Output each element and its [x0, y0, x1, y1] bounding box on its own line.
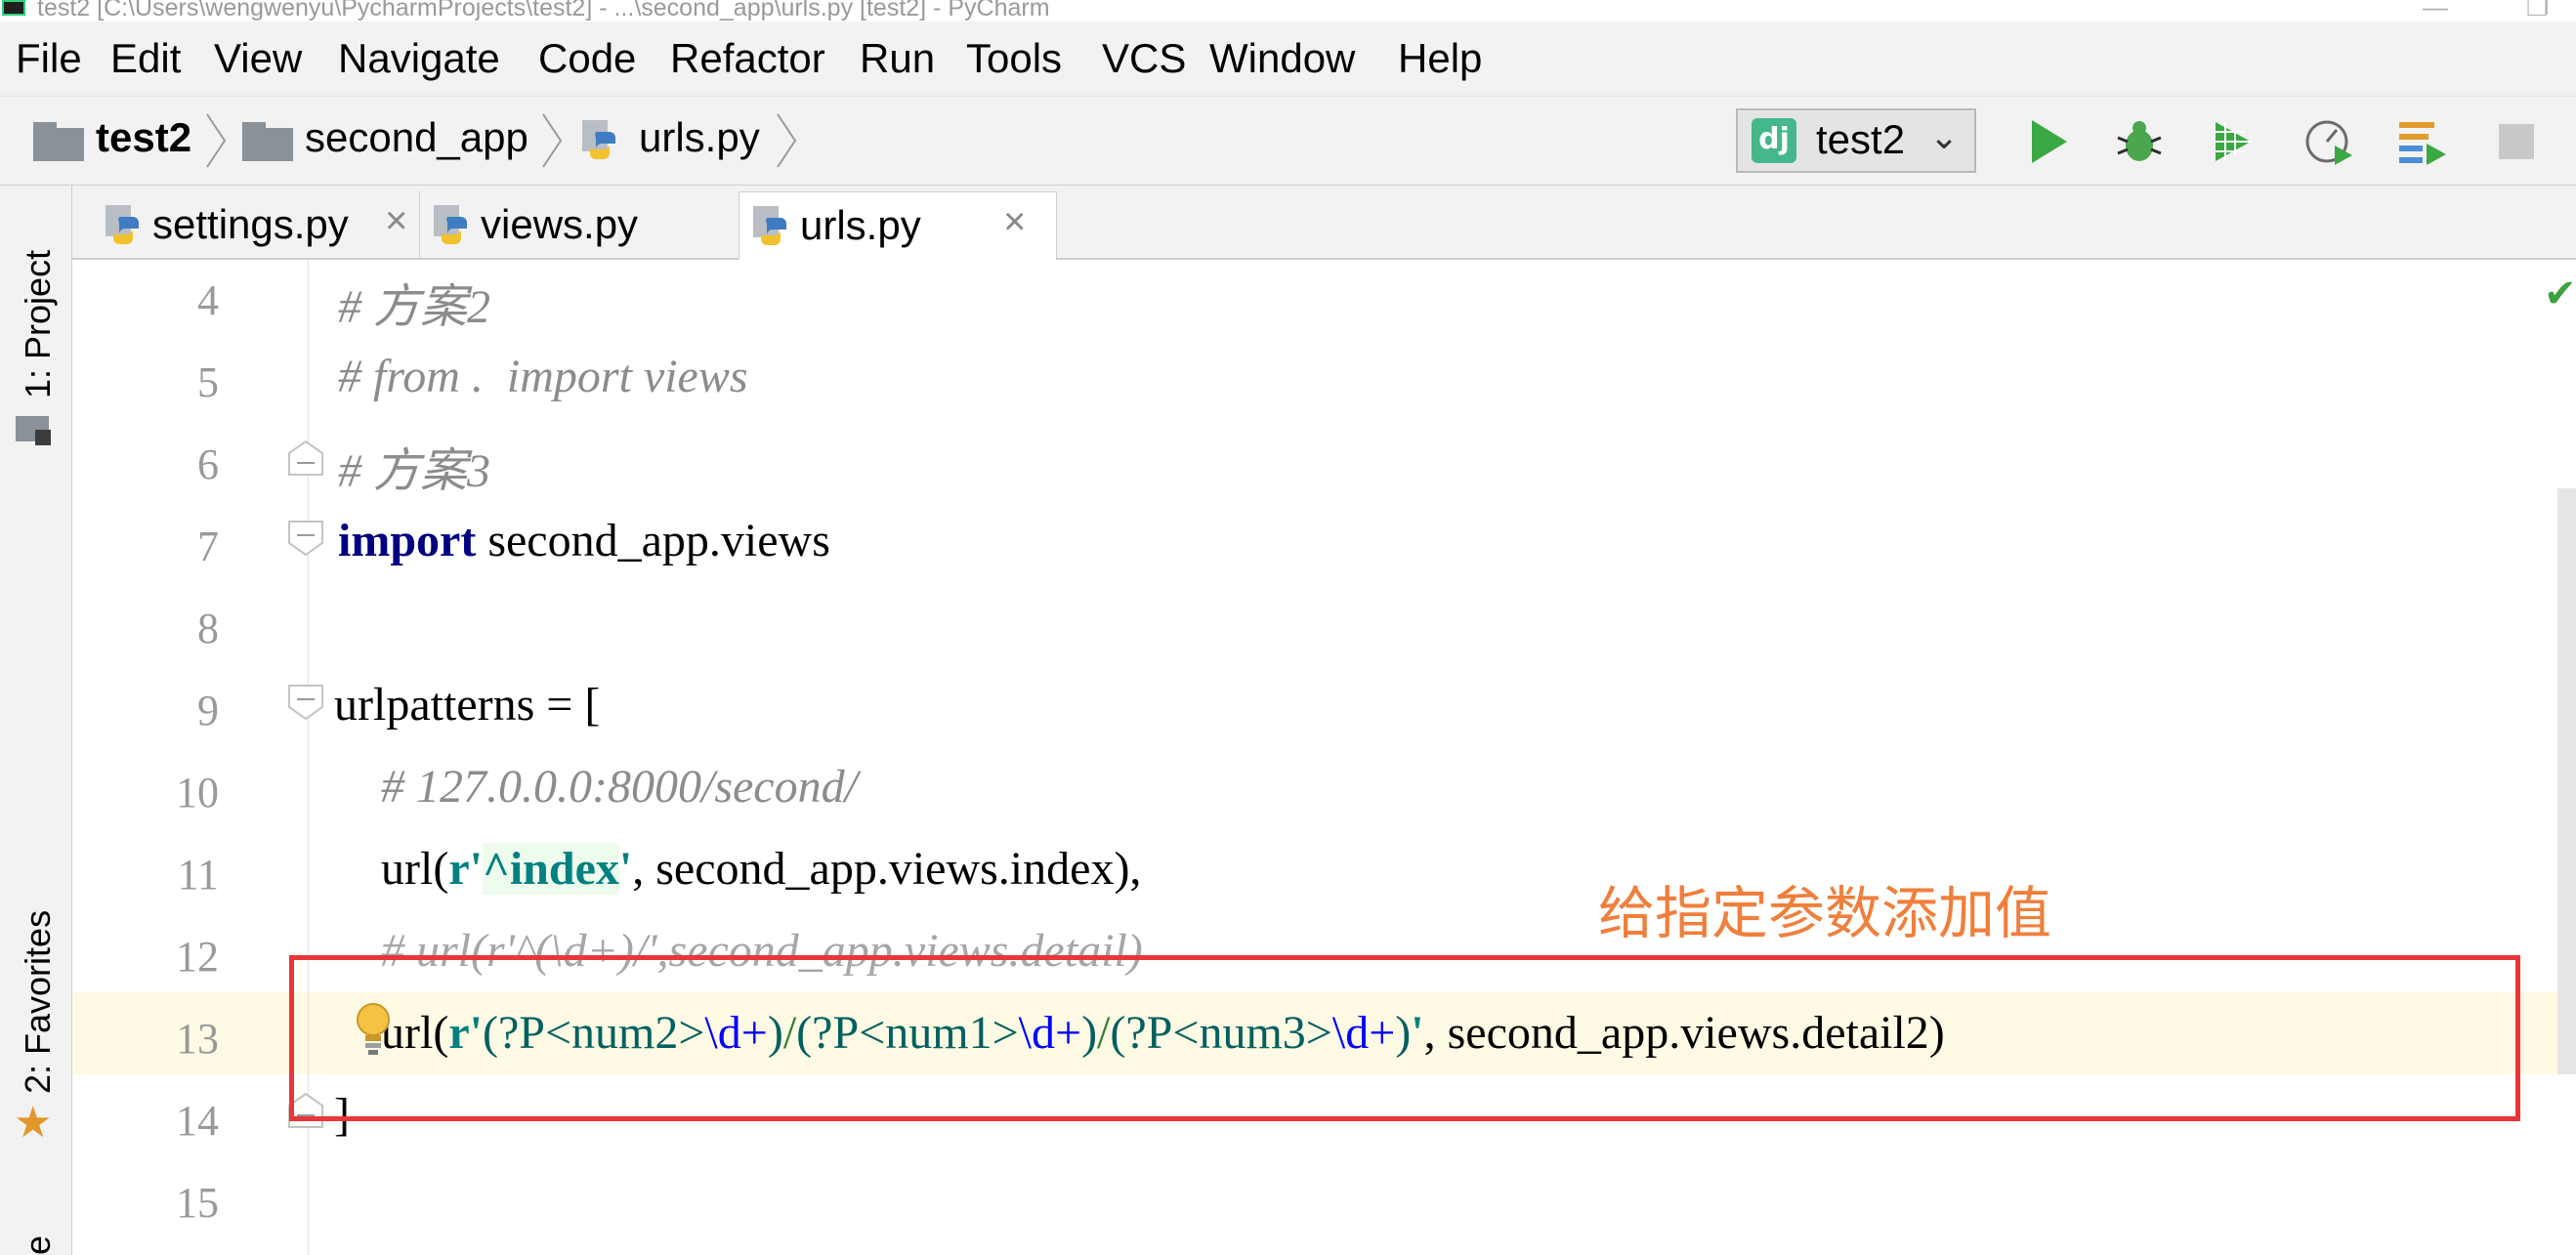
python-file-icon	[106, 205, 139, 244]
coverage-icon[interactable]	[2206, 114, 2260, 169]
line-number-gutter: 4 5 6 7 8 9 10 11 12 13 14 15	[72, 260, 323, 1255]
line-number: 8	[197, 605, 219, 652]
line-number: 6	[197, 440, 219, 488]
inspection-ok-icon[interactable]: ✔	[2544, 272, 2576, 316]
menu-view[interactable]: View	[214, 35, 302, 82]
tab-views-py[interactable]: views.py ×	[420, 191, 785, 260]
menu-edit[interactable]: Edit	[110, 35, 181, 82]
left-tool-strip: 1: Project 2: Favorites ★ e	[0, 186, 72, 1255]
breadcrumb-folder[interactable]: second_app	[305, 114, 528, 161]
star-icon: ★	[14, 1099, 53, 1147]
profile-icon[interactable]	[2302, 114, 2356, 169]
vertical-scrollbar[interactable]	[2557, 488, 2576, 1074]
breadcrumb-project[interactable]: test2	[96, 114, 191, 161]
code-line: # 方案2	[338, 281, 491, 333]
python-file-icon	[582, 120, 615, 159]
line-number: 13	[176, 1015, 219, 1063]
close-icon[interactable]: ×	[385, 199, 407, 243]
line-number: 14	[176, 1097, 219, 1145]
django-icon: dj	[1752, 118, 1796, 163]
menu-tools[interactable]: Tools	[966, 35, 1062, 82]
tab-settings-py[interactable]: settings.py ×	[92, 191, 420, 260]
menu-file[interactable]: File	[16, 35, 82, 82]
package-folder-icon	[242, 122, 293, 161]
annotation-note: 给指定参数添加值	[1598, 880, 2052, 946]
tab-label: settings.py	[152, 201, 349, 247]
project-folder-icon	[16, 416, 51, 445]
run-configuration-name: test2	[1816, 116, 1906, 162]
python-file-icon	[434, 205, 467, 244]
tab-label: urls.py	[800, 202, 921, 248]
tab-label: views.py	[481, 201, 639, 247]
line-number: 12	[176, 933, 219, 981]
run-configuration-dropdown[interactable]: dj test2 ⌄	[1736, 108, 1976, 173]
title-bar: test2 [C:\Users\wengwenyu\PycharmProject…	[0, 0, 2576, 21]
concurrency-icon[interactable]	[2395, 114, 2450, 169]
chevron-down-icon: ⌄	[1929, 116, 1960, 156]
folder-icon	[33, 122, 84, 161]
menu-vcs[interactable]: VCS	[1102, 35, 1186, 82]
menu-help[interactable]: Help	[1398, 35, 1482, 82]
pycharm-app-icon	[2, 0, 25, 16]
menu-refactor[interactable]: Refactor	[670, 35, 825, 82]
debug-icon[interactable]	[2112, 114, 2167, 169]
minimize-icon[interactable]: —	[2423, 0, 2448, 22]
line-number: 4	[197, 276, 219, 324]
annotation-highlight-box	[289, 955, 2520, 1121]
restore-icon[interactable]: ❐	[2526, 0, 2549, 22]
close-icon[interactable]: ×	[1003, 200, 1026, 244]
line-number: 15	[176, 1179, 219, 1227]
stop-icon[interactable]	[2489, 114, 2544, 169]
code-line: # from . import views	[338, 351, 748, 402]
code-line: # 方案3	[338, 445, 491, 497]
favorites-tool-button[interactable]: 2: Favorites	[18, 910, 59, 1094]
python-file-icon	[753, 206, 786, 245]
editor-tabs: settings.py × views.py × urls.py ×	[72, 186, 2576, 260]
line-number: 7	[197, 523, 219, 570]
tab-urls-py[interactable]: urls.py ×	[739, 191, 1057, 260]
breadcrumb-file[interactable]: urls.py	[639, 114, 760, 161]
menu-navigate[interactable]: Navigate	[338, 35, 500, 82]
breadcrumb-separator-icon	[206, 113, 227, 168]
line-number: 11	[177, 851, 219, 899]
menu-bar: File Edit View Navigate Code Refactor Ru…	[0, 21, 2576, 96]
line-number: 10	[176, 769, 219, 816]
code-line: # 127.0.0.0:8000/second/	[334, 761, 858, 813]
menu-window[interactable]: Window	[1209, 35, 1355, 82]
menu-code[interactable]: Code	[538, 35, 636, 82]
run-icon[interactable]	[2020, 114, 2075, 169]
code-line: url(r'^index', second_app.views.index),	[334, 843, 1142, 895]
line-number: 9	[197, 687, 219, 734]
project-tool-button[interactable]: 1: Project	[18, 250, 59, 398]
breadcrumb-separator-icon	[777, 113, 797, 168]
breadcrumb-separator-icon	[542, 113, 563, 168]
window-title: test2 [C:\Users\wengwenyu\PycharmProject…	[37, 0, 1050, 21]
line-number: 5	[197, 358, 219, 406]
code-line: import second_app.views	[338, 515, 830, 566]
code-line: urlpatterns = [	[334, 679, 601, 731]
structure-tool-button[interactable]: e	[18, 1235, 59, 1255]
navigation-bar: test2 second_app urls.py dj test2 ⌄	[0, 96, 2576, 186]
menu-run[interactable]: Run	[860, 35, 935, 82]
